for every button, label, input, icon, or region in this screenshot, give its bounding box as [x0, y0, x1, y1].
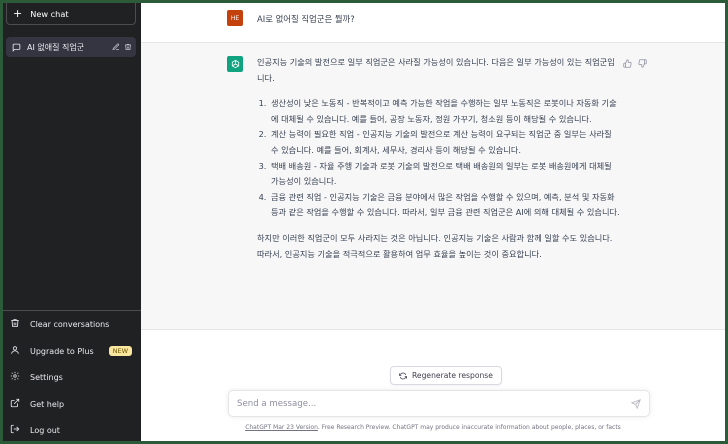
clear-conversations-button[interactable]: Clear conversations — [6, 313, 138, 335]
new-badge: NEW — [108, 346, 132, 356]
answer-list-item: 생산성이 낮은 노동직 - 반복적이고 예측 가능한 작업을 수행하는 일부 노… — [269, 96, 621, 127]
refresh-icon — [399, 372, 407, 380]
edit-icon[interactable] — [112, 43, 120, 51]
regenerate-label: Regenerate response — [412, 371, 493, 380]
assistant-message-text: 인공지능 기술의 발전으로 일부 직업군은 사라질 가능성이 있습니다. 다음은… — [257, 55, 621, 262]
user-icon — [10, 345, 22, 357]
answer-conclusion: 하지만 이러한 직업군이 모두 사라지는 것은 아닙니다. 인공지능 기술은 사… — [257, 232, 613, 259]
plus-icon: + — [13, 7, 23, 20]
get-help-button[interactable]: Get help — [6, 393, 138, 415]
answer-intro: 인공지능 기술의 발전으로 일부 직업군은 사라질 가능성이 있습니다. 다음은… — [257, 57, 615, 83]
answer-list: 생산성이 낮은 노동직 - 반복적이고 예측 가능한 작업을 수행하는 일부 노… — [257, 96, 621, 221]
trash-icon[interactable] — [124, 43, 132, 51]
log-out-button[interactable]: Log out — [6, 419, 138, 441]
sidebar: + New chat AI 없애질 직업군 Clear conversation… — [3, 3, 141, 441]
log-out-label: Log out — [30, 425, 60, 435]
gear-icon — [10, 371, 22, 383]
chat-main: HE AI로 없어질 직업군은 뭘까? 인공지능 기술의 발전으로 일부 직업군… — [141, 3, 725, 441]
get-help-label: Get help — [30, 399, 65, 409]
thumbs-down-icon[interactable] — [638, 59, 647, 68]
disclaimer-text: . Free Research Preview. ChatGPT may pro… — [317, 424, 621, 431]
chatgpt-logo-icon — [227, 56, 243, 72]
regenerate-response-button[interactable]: Regenerate response — [390, 366, 502, 385]
chat-bubble-icon — [12, 43, 21, 52]
trash-icon — [10, 318, 22, 330]
upgrade-label: Upgrade to Plus — [30, 346, 94, 356]
user-avatar: HE — [227, 10, 243, 26]
message-composer — [228, 390, 650, 417]
message-input[interactable] — [237, 396, 617, 411]
answer-list-item: 금융 관련 직업 - 인공지능 기술은 금융 분야에서 많은 작업을 수행할 수… — [269, 190, 621, 221]
user-message-row: HE AI로 없어질 직업군은 뭘까? — [141, 3, 725, 43]
upgrade-to-plus-button[interactable]: Upgrade to Plus NEW — [6, 340, 138, 362]
log-out-icon — [10, 424, 22, 436]
footer-disclaimer: ChatGPT Mar 23 Version. Free Research Pr… — [141, 424, 725, 431]
answer-list-item: 계산 능력이 필요한 직업 - 인공지능 기술의 발전으로 계산 능력이 요구되… — [269, 127, 621, 158]
sidebar-divider — [3, 310, 141, 311]
clear-conversations-label: Clear conversations — [30, 319, 110, 329]
assistant-message-row: 인공지능 기술의 발전으로 일부 직업군은 사라질 가능성이 있습니다. 다음은… — [141, 43, 725, 330]
version-link[interactable]: ChatGPT Mar 23 Version — [245, 424, 318, 431]
user-message-text: AI로 없어질 직업군은 뭘까? — [257, 14, 355, 24]
thumbs-up-icon[interactable] — [623, 59, 632, 68]
settings-button[interactable]: Settings — [6, 366, 138, 388]
answer-list-item: 택배 배송원 - 자율 주행 기술과 로봇 기술의 발전으로 택배 배송원의 일… — [269, 159, 621, 190]
settings-label: Settings — [30, 372, 63, 382]
send-icon[interactable] — [631, 399, 641, 409]
feedback-buttons — [623, 59, 647, 68]
new-chat-button[interactable]: + New chat — [6, 3, 136, 25]
new-chat-label: New chat — [30, 8, 69, 19]
conversation-item[interactable]: AI 없애질 직업군 — [6, 37, 136, 57]
external-link-icon — [10, 398, 22, 410]
app-window: + New chat AI 없애질 직업군 Clear conversation… — [3, 3, 725, 441]
conversation-title: AI 없애질 직업군 — [27, 42, 85, 52]
